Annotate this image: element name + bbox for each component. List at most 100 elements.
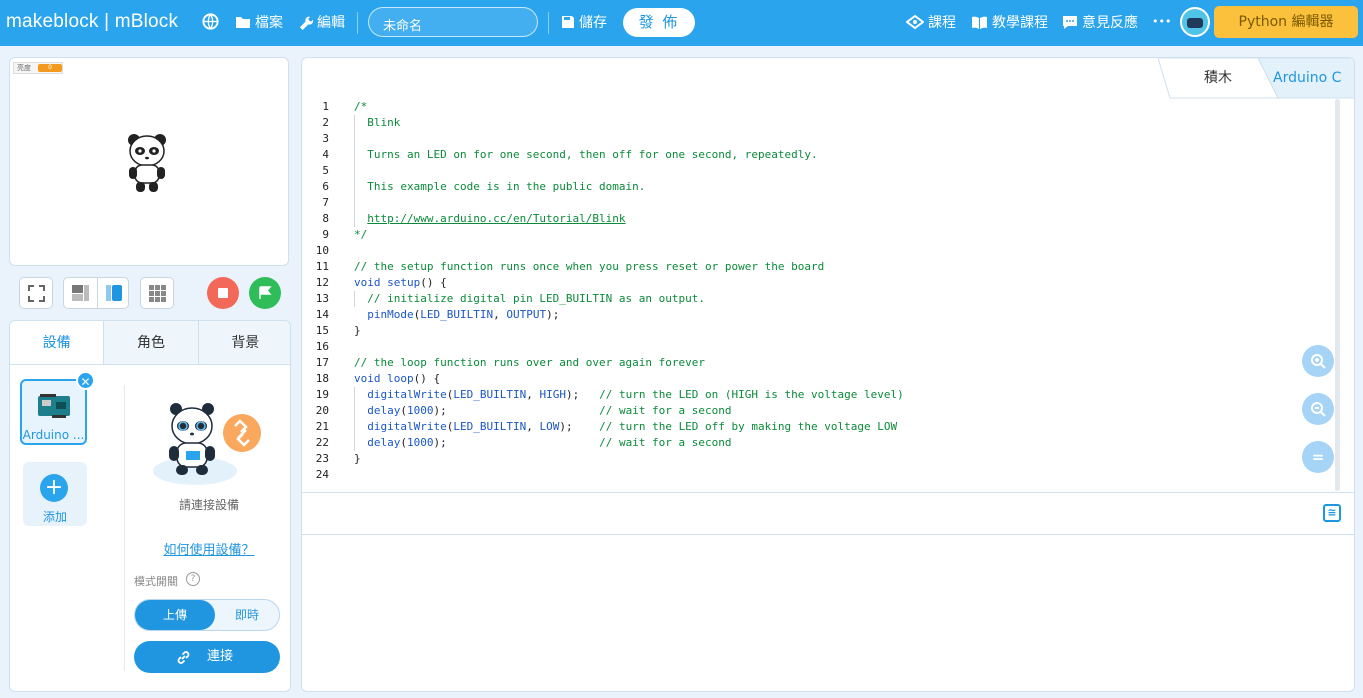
- project-name-input[interactable]: 未命名: [368, 7, 538, 37]
- folder-icon: [236, 17, 250, 28]
- code-text: digitalWrite(LED_BUILTIN, LOW); // turn …: [367, 420, 898, 433]
- tutorials-link[interactable]: 教學課程: [971, 12, 1048, 32]
- device-panel: 設備 角色 背景 Arduino ... ✕ + 添加 請連接設備 如何使用設備…: [9, 320, 291, 692]
- help-icon[interactable]: ?: [186, 572, 200, 586]
- wrench-icon: [299, 16, 313, 30]
- code-text: This example code is in the public domai…: [354, 180, 646, 193]
- code-text: digitalWrite(LED_BUILTIN, HIGH); // turn…: [367, 388, 904, 401]
- output-divider: [302, 492, 1354, 493]
- panda-sprite[interactable]: [125, 132, 169, 194]
- language-button[interactable]: [201, 12, 220, 31]
- courses-link[interactable]: 課程: [906, 12, 956, 32]
- avatar-face: [1187, 18, 1203, 28]
- brand-logo[interactable]: makeblock | mBlock: [6, 11, 178, 33]
- code-text: }: [354, 452, 361, 465]
- mode-toggle[interactable]: 上傳 即時: [134, 599, 280, 631]
- chat-icon: [1063, 15, 1077, 29]
- line-number: 3: [322, 132, 329, 145]
- code-text: void setup() {: [354, 276, 447, 289]
- line-number: 8: [322, 212, 329, 225]
- save-label: 儲存: [579, 15, 607, 31]
- code-text: // the setup function runs once when you…: [354, 260, 825, 273]
- stop-button[interactable]: [207, 277, 239, 309]
- line-number: 16: [315, 340, 329, 353]
- small-stage-button[interactable]: [64, 278, 96, 308]
- output-toggle-icon[interactable]: ≅: [1323, 504, 1341, 522]
- line-number: 10: [315, 244, 329, 257]
- feedback-label: 意見反應: [1082, 15, 1138, 31]
- device-name: Arduino ...: [22, 428, 85, 442]
- more-menu-button[interactable]: •••: [1152, 15, 1171, 28]
- brightness-value: 0: [38, 64, 62, 72]
- line-number: 20: [315, 404, 329, 417]
- line-number: 19: [315, 388, 329, 401]
- howto-link[interactable]: 如何使用設備？: [126, 539, 290, 558]
- stop-icon: [218, 288, 228, 298]
- line-number: 6: [322, 180, 329, 193]
- line-number: 9: [322, 228, 329, 241]
- tab-devices[interactable]: 設備: [10, 321, 104, 364]
- mode-live-option[interactable]: 即時: [215, 600, 279, 630]
- editor-scrollbar[interactable]: [1335, 99, 1340, 491]
- divider: [357, 12, 358, 34]
- mode-switch-label: 模式開關: [134, 575, 178, 588]
- save-icon: [562, 16, 574, 28]
- brightness-label: 亮度: [17, 64, 31, 72]
- code-text: delay(1000); // wait for a second: [367, 404, 732, 417]
- file-menu[interactable]: 檔案: [235, 12, 283, 32]
- line-number: 11: [315, 260, 329, 273]
- connect-label: 連接: [206, 649, 233, 664]
- device-card-arduino[interactable]: Arduino ...: [20, 379, 87, 445]
- line-number: 4: [322, 148, 329, 161]
- code-area[interactable]: 1 /* 2 Blink 3 4 Turns an LED on for one sec…: [302, 99, 1336, 491]
- line-number: 1: [322, 100, 329, 113]
- line-number: 13: [315, 292, 329, 305]
- zoom-reset-button[interactable]: =: [1302, 441, 1334, 473]
- large-stage-button[interactable]: [97, 278, 129, 308]
- link-icon: [177, 651, 190, 664]
- user-avatar[interactable]: [1180, 7, 1210, 37]
- divider: [124, 385, 125, 671]
- code-text: /*: [354, 100, 368, 113]
- zoom-in-button[interactable]: [1302, 345, 1334, 377]
- line-number: 7: [322, 196, 329, 209]
- panel-tabs: 設備 角色 背景: [10, 321, 290, 365]
- tab-sprites[interactable]: 角色: [103, 321, 197, 364]
- mode-upload-option[interactable]: 上傳: [135, 600, 215, 630]
- stage-canvas[interactable]: 亮度 0: [9, 57, 289, 266]
- edit-menu-label: 編輯: [317, 15, 345, 31]
- tab-arduino-c[interactable]: Arduino C: [1273, 58, 1354, 98]
- book-icon: [972, 16, 987, 29]
- plus-icon: +: [40, 474, 68, 502]
- large-stage-icon: [106, 285, 122, 301]
- courses-label: 課程: [928, 15, 956, 31]
- code-text: http://www.arduino.cc/en/Tutorial/Blink: [367, 212, 626, 225]
- file-menu-label: 檔案: [255, 15, 283, 31]
- python-editor-button[interactable]: Python 編輯器: [1214, 6, 1358, 38]
- publish-button[interactable]: 發 佈: [623, 8, 695, 37]
- connect-hint: 請連接設備: [178, 498, 239, 512]
- tutorials-label: 教學課程: [992, 15, 1048, 31]
- grid-icon: [149, 285, 166, 302]
- small-stage-icon: [72, 285, 89, 301]
- line-number: 12: [315, 276, 329, 289]
- remove-device-button[interactable]: ✕: [76, 371, 95, 390]
- feedback-link[interactable]: 意見反應: [1062, 12, 1138, 32]
- line-number: 15: [315, 324, 329, 337]
- output-divider: [302, 534, 1354, 535]
- tab-backgrounds[interactable]: 背景: [197, 321, 290, 364]
- graduation-icon: [906, 14, 924, 30]
- line-number: 24: [315, 468, 329, 481]
- grid-view-button[interactable]: [140, 277, 174, 309]
- zoom-out-button[interactable]: [1302, 393, 1334, 425]
- line-number: 14: [315, 308, 329, 321]
- edit-menu[interactable]: 編輯: [298, 12, 345, 32]
- tab-blocks[interactable]: 積木: [1168, 58, 1268, 98]
- save-button[interactable]: 儲存: [561, 12, 607, 32]
- top-menu-bar: makeblock | mBlock 檔案 編輯 未命名 儲存 發 佈 課程 教…: [0, 0, 1363, 46]
- connect-button[interactable]: 連接: [134, 641, 280, 673]
- zoom-in-icon: [1311, 354, 1326, 369]
- green-flag-button[interactable]: [249, 277, 281, 309]
- add-device-button[interactable]: + 添加: [23, 462, 87, 526]
- fullscreen-button[interactable]: [19, 277, 53, 309]
